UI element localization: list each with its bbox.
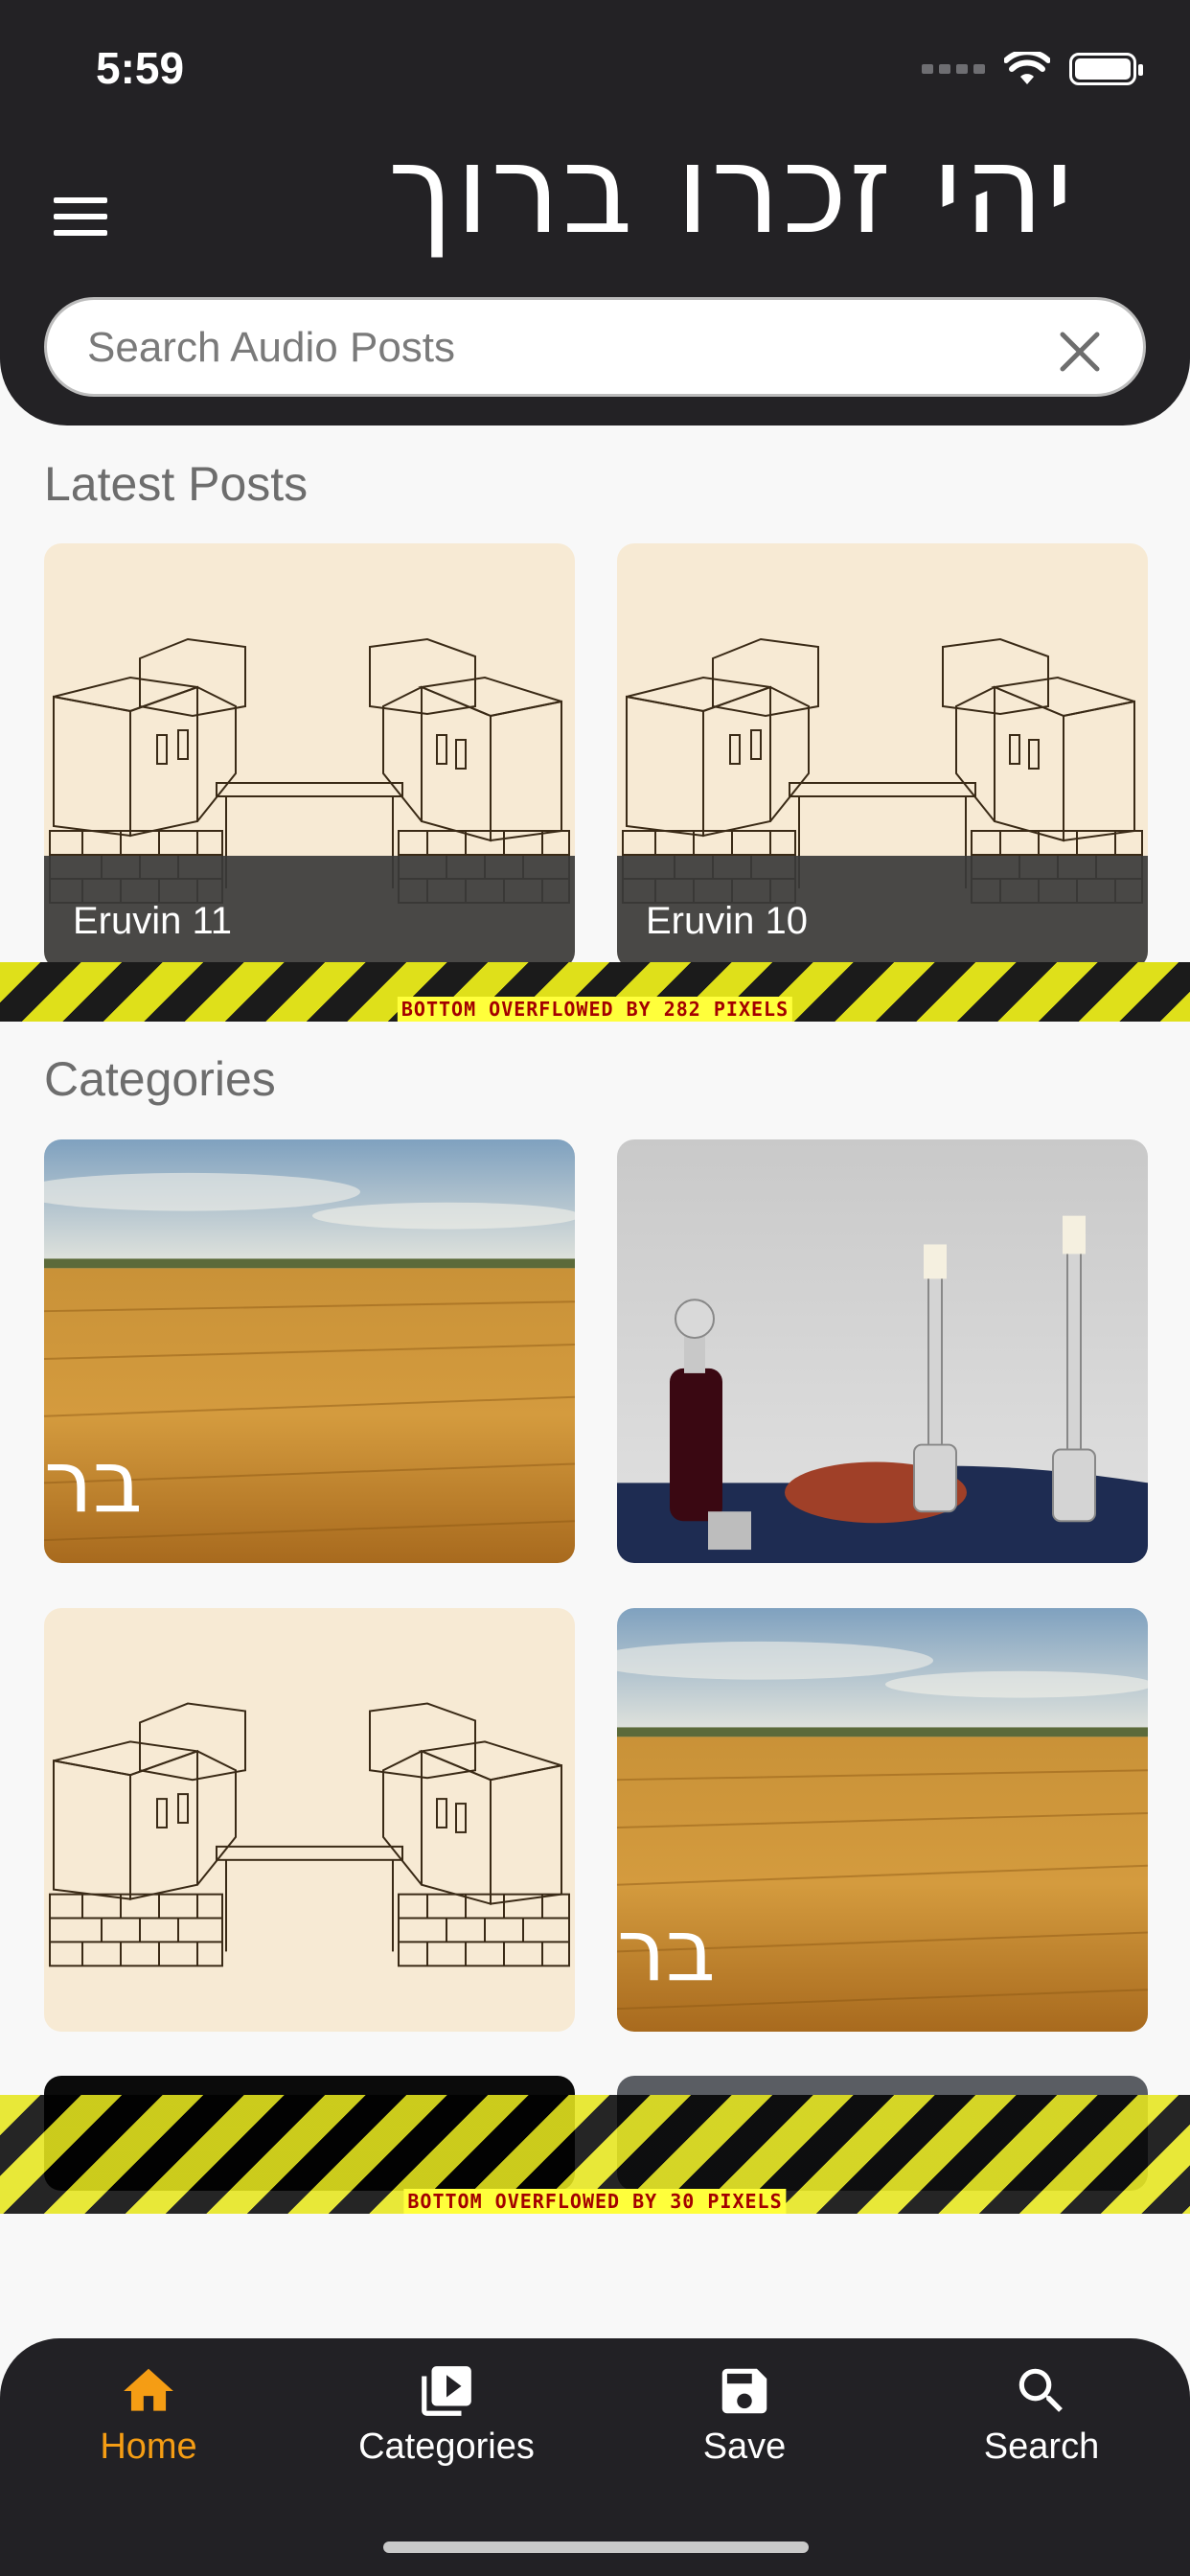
hamburger-menu-icon[interactable] [54, 197, 107, 236]
post-caption: Eruvin 10 [617, 856, 1148, 969]
nav-search[interactable]: Search [927, 2361, 1156, 2468]
search-bar[interactable] [44, 297, 1146, 397]
cellular-signal-icon [922, 64, 985, 74]
home-indicator[interactable] [383, 2542, 809, 2553]
search-input[interactable] [87, 317, 1045, 379]
eruvin-illustration [44, 1608, 575, 2032]
nav-save[interactable]: Save [629, 2361, 859, 2468]
overflow-warning-stripe: BOTTOM OVERFLOWED BY 30 PIXELS [0, 2095, 1190, 2214]
category-card[interactable] [617, 1139, 1148, 1563]
bottom-navigation-bar: Home Categories Save Search [0, 2338, 1190, 2576]
overflow-warning-label: BOTTOM OVERFLOWED BY 30 PIXELS [403, 2189, 787, 2214]
nav-home[interactable]: Home [34, 2361, 263, 2468]
post-card[interactable]: Eruvin 10 [617, 543, 1148, 969]
latest-posts-heading: Latest Posts [44, 457, 309, 511]
status-icons [922, 52, 1143, 86]
category-overlay-text: בר [44, 1432, 143, 1532]
wifi-icon [1004, 52, 1050, 84]
close-icon[interactable] [1055, 327, 1105, 377]
categories-heading: Categories [44, 1052, 276, 1106]
app-header: 5:59 יהי זכרו ברוך [0, 0, 1190, 426]
nav-save-label: Save [702, 2426, 787, 2467]
shabbat-candles-image [617, 1139, 1148, 1563]
status-time: 5:59 [96, 43, 185, 93]
video-library-icon [422, 2366, 471, 2416]
category-card[interactable] [44, 1608, 575, 2032]
overflow-warning-label: BOTTOM OVERFLOWED BY 282 PIXELS [397, 997, 793, 1022]
search-icon [1018, 2368, 1063, 2412]
post-title: Eruvin 10 [646, 900, 808, 942]
home-icon [124, 2368, 173, 2411]
nav-home-label: Home [100, 2426, 197, 2467]
post-title: Eruvin 11 [73, 900, 233, 942]
overflow-warning-stripe: BOTTOM OVERFLOWED BY 282 PIXELS [0, 962, 1190, 1022]
post-caption: Eruvin 11 [44, 856, 575, 969]
nav-categories[interactable]: Categories [332, 2361, 561, 2468]
post-card[interactable]: Eruvin 11 [44, 543, 575, 969]
nav-search-label: Search [983, 2426, 1100, 2467]
category-overlay-text: בר [617, 1900, 716, 2001]
save-icon [721, 2368, 767, 2414]
category-card[interactable]: בר [44, 1139, 575, 1563]
nav-categories-label: Categories [358, 2426, 535, 2467]
battery-icon [1069, 53, 1143, 85]
app-title: יהי זכרו ברוך [387, 119, 1075, 262]
category-card[interactable]: בר [617, 1608, 1148, 2032]
